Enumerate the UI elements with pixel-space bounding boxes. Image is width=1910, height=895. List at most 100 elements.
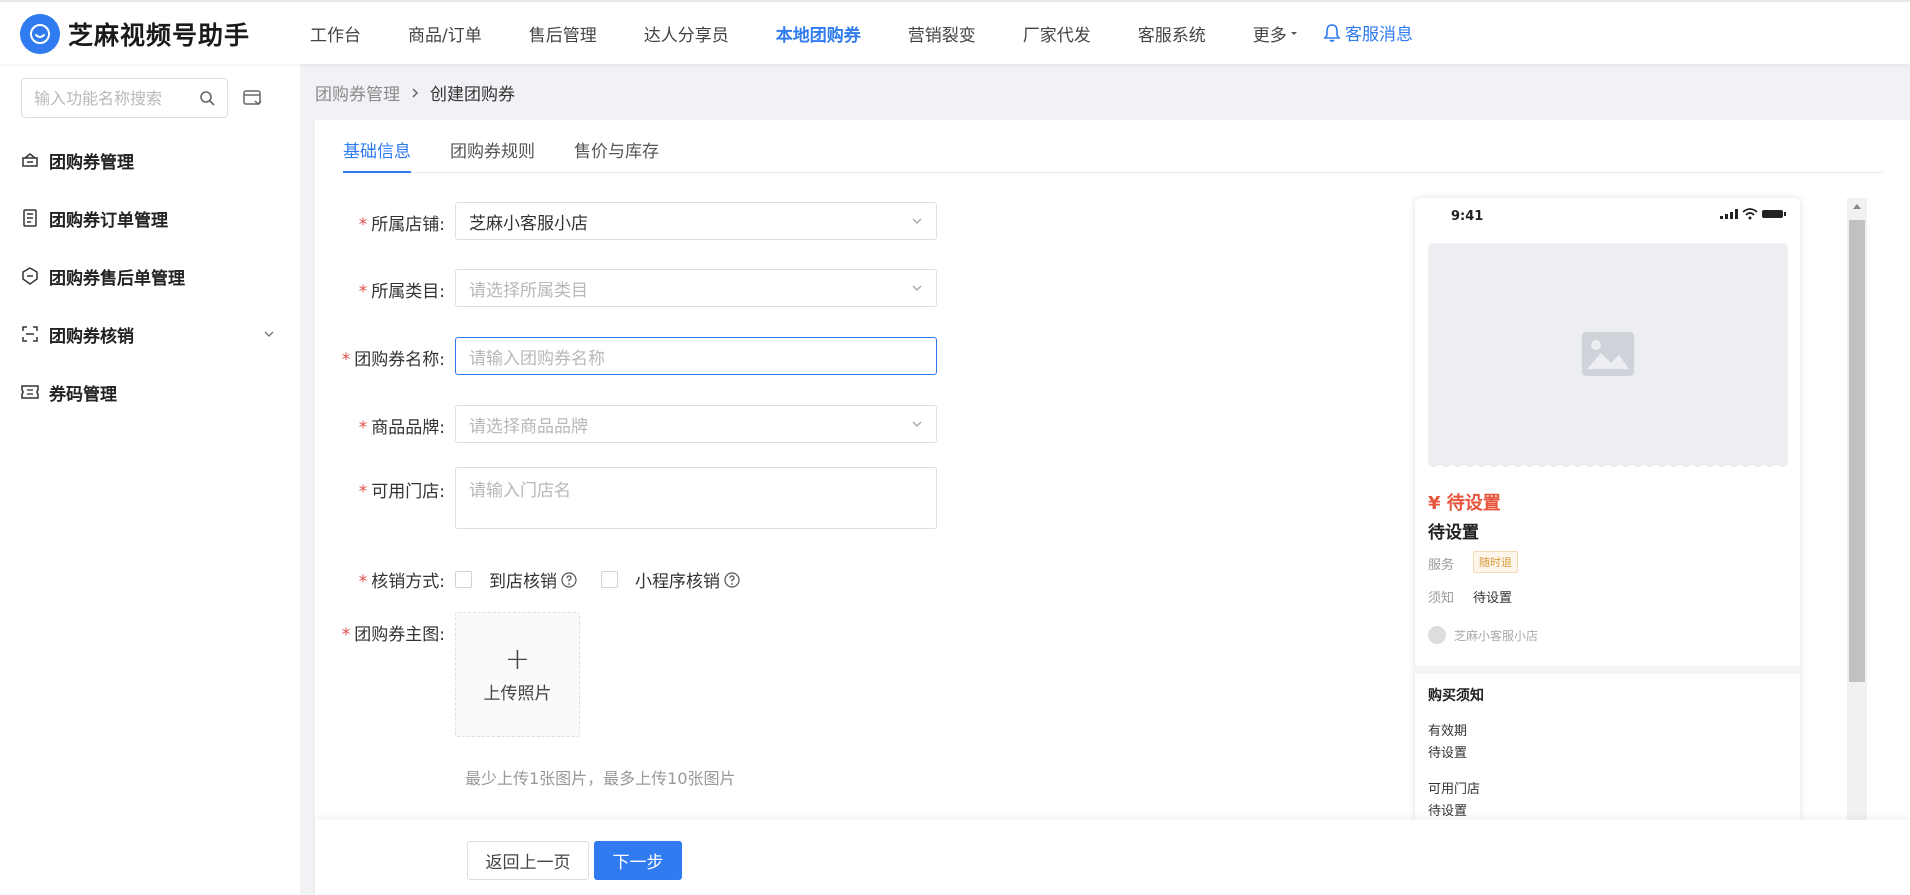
category-select[interactable]: 请选择所属类目 [455, 269, 937, 307]
preview-price: ¥ 待设置 [1428, 493, 1501, 514]
nav-item-customer-service[interactable]: 客服系统 [1138, 21, 1206, 46]
sidebar-item-label: 券码管理 [49, 384, 117, 405]
stores-textarea[interactable]: 请输入门店名 [455, 467, 937, 529]
search-icon[interactable] [199, 90, 215, 106]
function-search-input[interactable] [34, 88, 184, 108]
main-nav: 工作台 商品/订单 售后管理 达人分享员 本地团购券 营销裂变 厂家代发 客服系… [310, 2, 1299, 64]
name-label: 团购券名称: [354, 350, 445, 370]
nav-item-products-orders[interactable]: 商品/订单 [408, 21, 482, 46]
status-time: 9:41 [1451, 209, 1484, 224]
brand-select-placeholder: 请选择商品品牌 [469, 416, 588, 437]
preview-shop-name: 芝麻小客服小店 [1454, 628, 1539, 643]
bell-icon [1323, 23, 1341, 42]
category-select-placeholder: 请选择所属类目 [469, 280, 588, 301]
plus-icon: + [504, 642, 531, 677]
help-icon[interactable] [561, 571, 577, 588]
next-button[interactable]: 下一步 [594, 841, 682, 880]
tab-price-stock[interactable]: 售价与库存 [574, 120, 659, 173]
form-label: * 团购券名称: [315, 337, 455, 370]
logo-icon [20, 14, 60, 54]
tab-basic-info[interactable]: 基础信息 [343, 120, 411, 173]
shop-select[interactable]: 芝麻小客服小店 [455, 202, 937, 240]
caret-down-icon [1290, 32, 1297, 35]
option-in-store-label[interactable]: 到店核销 [489, 567, 557, 592]
required-marker: * [341, 350, 351, 370]
required-marker: * [358, 572, 368, 592]
stores-placeholder: 请输入门店名 [469, 481, 571, 501]
sidebar-item-code-management[interactable]: 券码管理 [21, 377, 276, 407]
back-button[interactable]: 返回上一页 [467, 841, 589, 880]
ticket-edge-decoration [1428, 458, 1788, 467]
mobile-preview: 9:41 ¥ 待设置 待设置 服务 随时退 须知 待设置 芝麻小客服小店 购买须… [1415, 198, 1800, 826]
sidebar-item-coupon-orders[interactable]: 团购券订单管理 [21, 203, 276, 233]
coupon-name-input[interactable]: 请输入团购券名称 [455, 337, 937, 375]
form-label: * 核销方式: [315, 567, 455, 592]
nav-item-marketing[interactable]: 营销裂变 [908, 21, 976, 46]
image-icon [1582, 332, 1634, 376]
function-search[interactable] [21, 78, 228, 118]
signal-icon [1720, 209, 1738, 219]
upload-photo-button[interactable]: + 上传照片 [455, 612, 580, 737]
customer-messages-link[interactable]: 客服消息 [1323, 20, 1413, 45]
preview-image-placeholder [1428, 243, 1788, 465]
brand-label: 商品品牌: [371, 418, 445, 438]
preview-validity-value: 待设置 [1428, 746, 1468, 761]
document-icon [21, 209, 39, 227]
nav-item-influencers[interactable]: 达人分享员 [644, 21, 729, 46]
checkbox-mini-program[interactable] [601, 571, 618, 588]
form-label: * 团购券主图: [315, 612, 455, 645]
option-mini-program-label[interactable]: 小程序核销 [635, 567, 720, 592]
preview-service-label: 服务 [1428, 558, 1455, 573]
required-marker: * [358, 282, 368, 302]
preview-stores-label: 可用门店 [1428, 782, 1481, 797]
preview-buy-notice-title: 购买须知 [1428, 688, 1484, 704]
form-row-main-image: * 团购券主图: + 上传照片 [315, 612, 580, 737]
chevron-down-icon[interactable] [262, 327, 276, 341]
preview-notice-label: 须知 [1428, 591, 1455, 606]
verify-options: 到店核销 小程序核销 [455, 567, 764, 592]
nav-item-local-coupons[interactable]: 本地团购券 [776, 21, 861, 46]
divider [1415, 666, 1800, 674]
preview-stores-value: 待设置 [1428, 804, 1468, 819]
shield-icon [21, 267, 39, 285]
form-row-shop: * 所属店铺: 芝麻小客服小店 [315, 202, 937, 240]
customer-messages-label: 客服消息 [1345, 25, 1413, 45]
checkbox-in-store[interactable] [455, 571, 472, 588]
status-icons [1720, 208, 1786, 220]
wifi-icon [1742, 208, 1758, 220]
app-logo[interactable]: 芝麻视频号助手 [20, 14, 250, 54]
nav-item-after-sales[interactable]: 售后管理 [529, 21, 597, 46]
preview-scrollbar[interactable] [1847, 198, 1867, 826]
required-marker: * [358, 418, 368, 438]
chevron-down-icon [912, 218, 922, 224]
ticket-icon [21, 383, 39, 401]
tab-coupon-rules[interactable]: 团购券规则 [450, 120, 535, 173]
preview-title: 待设置 [1428, 523, 1479, 543]
required-marker: * [358, 215, 368, 235]
nav-more-dropdown[interactable]: 更多 [1253, 21, 1299, 46]
form-tabs: 基础信息 团购券规则 售价与库存 [343, 120, 1883, 173]
top-bar: 芝麻视频号助手 工作台 商品/订单 售后管理 达人分享员 本地团购券 营销裂变 … [0, 0, 1910, 64]
sidebar-item-coupon-management[interactable]: 团购券管理 [21, 145, 276, 175]
form-label: * 所属类目: [315, 269, 455, 302]
brand-select[interactable]: 请选择商品品牌 [455, 405, 937, 443]
help-icon[interactable] [724, 571, 740, 588]
nav-item-dropship[interactable]: 厂家代发 [1023, 21, 1091, 46]
preview-shop: 芝麻小客服小店 [1428, 626, 1538, 644]
preview-validity-label: 有效期 [1428, 724, 1468, 739]
nav-item-workbench[interactable]: 工作台 [310, 21, 361, 46]
verify-label: 核销方式: [371, 572, 445, 592]
breadcrumb-parent[interactable]: 团购券管理 [315, 80, 400, 105]
chevron-down-icon [912, 285, 922, 291]
scroll-up-arrow-icon[interactable] [1852, 202, 1862, 210]
chevron-down-icon [912, 421, 922, 427]
sidebar-item-label: 团购券核销 [49, 326, 134, 347]
sidebar-item-coupon-verification[interactable]: 团购券核销 [21, 319, 276, 349]
sidebar-toggle-icon[interactable] [243, 89, 263, 107]
main-image-label: 团购券主图: [354, 625, 445, 645]
coupon-icon [21, 151, 39, 169]
form-label: * 商品品牌: [315, 405, 455, 438]
scrollbar-thumb[interactable] [1849, 220, 1865, 682]
sidebar-item-label: 团购券订单管理 [49, 210, 168, 231]
sidebar-item-coupon-after-sales[interactable]: 团购券售后单管理 [21, 261, 276, 291]
